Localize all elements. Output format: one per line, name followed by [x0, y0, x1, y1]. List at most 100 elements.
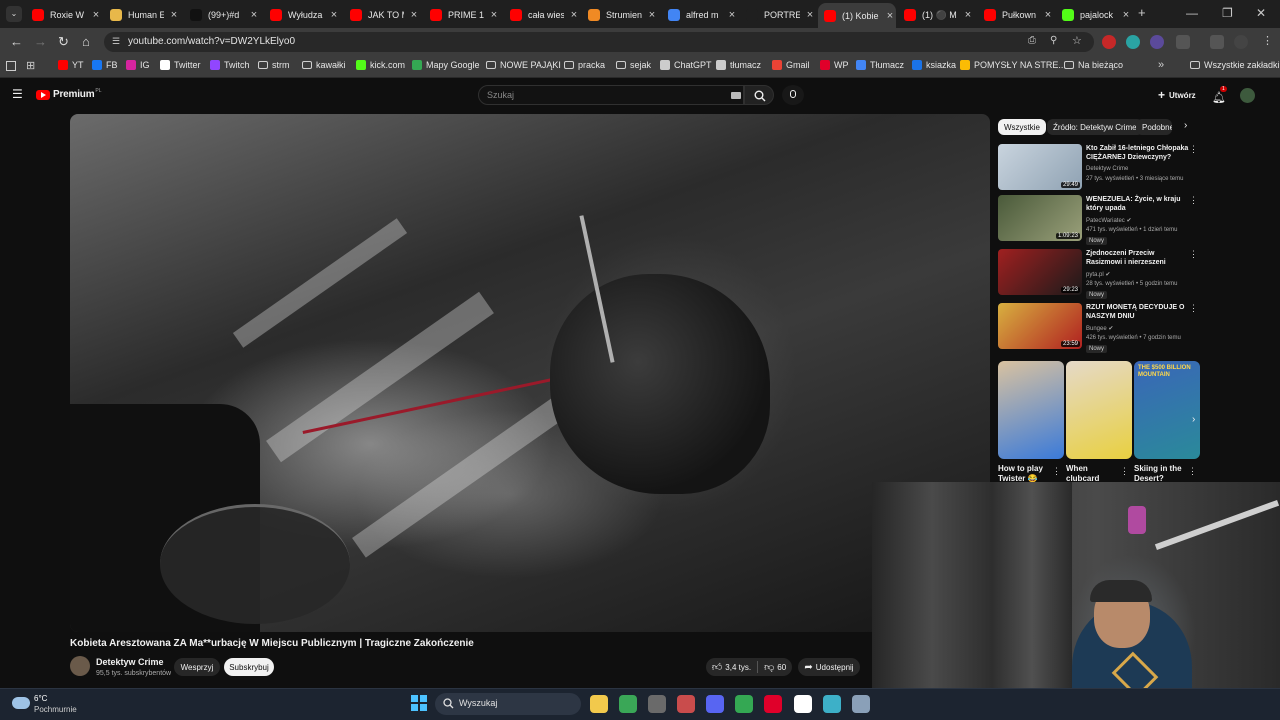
- file-explorer-icon[interactable]: [590, 695, 608, 713]
- video-thumbnail[interactable]: 29:49: [998, 144, 1082, 190]
- tab[interactable]: pajalock ×: [1056, 4, 1132, 26]
- close-tab-icon[interactable]: ×: [646, 9, 658, 21]
- video-title[interactable]: Kto Zabił 16-letniego Chłopaka CIĘŻARNEJ…: [1086, 144, 1192, 162]
- app-icon-8[interactable]: [794, 695, 812, 713]
- video-title[interactable]: RZUT MONETĄ DECYDUJE O NASZYM DNIU: [1086, 303, 1192, 321]
- extensions-puzzle-icon[interactable]: [1176, 35, 1190, 49]
- close-tab-icon[interactable]: ×: [884, 10, 896, 22]
- bookmark-item[interactable]: strm: [258, 60, 290, 70]
- minimize-button[interactable]: —: [1186, 6, 1198, 20]
- bookmark-item[interactable]: pracka: [564, 60, 605, 70]
- shorts-next-icon[interactable]: ›: [1192, 414, 1195, 425]
- calculator-icon[interactable]: [852, 695, 870, 713]
- more-actions-icon[interactable]: ⋮: [1189, 303, 1198, 314]
- weather-temp[interactable]: 6°C: [34, 694, 47, 703]
- channel-name[interactable]: Detektyw Crime: [96, 657, 164, 667]
- close-tab-icon[interactable]: ×: [168, 9, 180, 21]
- tab[interactable]: Strumien ×: [582, 4, 658, 26]
- home-icon[interactable]: ⌂: [82, 34, 90, 49]
- bookmark-item[interactable]: ChatGPT: [660, 60, 712, 70]
- tab[interactable]: Wyłudza ×: [264, 4, 340, 26]
- close-tab-icon[interactable]: ×: [408, 9, 420, 21]
- dislike-button[interactable]: 👎︎ 60: [764, 661, 786, 673]
- short-title[interactable]: When clubcard: [1066, 464, 1122, 484]
- bookmark-item[interactable]: kawałki: [302, 60, 346, 70]
- bookmark-item[interactable]: Twitter: [160, 60, 201, 70]
- tab[interactable]: alfred m ×: [662, 4, 738, 26]
- keyboard-icon[interactable]: [731, 92, 741, 99]
- close-tab-icon[interactable]: ×: [1042, 9, 1054, 21]
- extension-icon-3[interactable]: [1150, 35, 1164, 49]
- zoom-icon[interactable]: ⚲: [1050, 35, 1057, 46]
- address-bar[interactable]: ☰ youtube.com/watch?v=DW2YLkElyo0 ⎙ ⚲ ☆: [104, 32, 1094, 52]
- share-button[interactable]: ➦ Udostępnij: [798, 658, 860, 676]
- bookmark-star-icon[interactable]: ☆: [1072, 34, 1082, 47]
- all-bookmarks-link[interactable]: Wszystkie zakładki: [1190, 60, 1280, 70]
- channel-name[interactable]: Detektyw Crime: [1086, 166, 1128, 172]
- bookmark-item[interactable]: sejak: [616, 60, 651, 70]
- voice-search-button[interactable]: [782, 85, 804, 105]
- channel-name[interactable]: pyta.pl ✔: [1086, 271, 1110, 278]
- app-icon-3[interactable]: [648, 695, 666, 713]
- discord-icon[interactable]: [706, 695, 724, 713]
- close-tab-icon[interactable]: ×: [726, 9, 738, 21]
- close-tab-icon[interactable]: ×: [248, 9, 260, 21]
- recommended-video[interactable]: 23:59 RZUT MONETĄ DECYDUJE O NASZYM DNIU…: [998, 303, 1198, 355]
- like-button[interactable]: 👍︎ 3,4 tys.: [712, 661, 751, 673]
- bookmark-item[interactable]: YT: [58, 60, 84, 70]
- short-thumbnail[interactable]: [1066, 361, 1132, 459]
- more-actions-icon[interactable]: ⋮: [1189, 144, 1198, 155]
- video-thumbnail[interactable]: 1:09:23: [998, 195, 1082, 241]
- chip-all[interactable]: Wszystkie: [998, 119, 1046, 135]
- site-info-icon[interactable]: ☰: [112, 36, 120, 47]
- tab[interactable]: cała wies ×: [504, 4, 580, 26]
- chevron-right-icon[interactable]: ›: [1184, 120, 1187, 131]
- bookmark-item[interactable]: tłumacz: [716, 60, 761, 70]
- tab-search-dropdown[interactable]: ⌄: [6, 6, 22, 22]
- bookmark-item[interactable]: POMYSŁY NA STRE...: [960, 60, 1066, 70]
- close-tab-icon[interactable]: ×: [488, 9, 500, 21]
- youtube-logo[interactable]: Premium PL: [36, 88, 102, 100]
- profile-avatar[interactable]: [1234, 35, 1248, 49]
- bookmark-item[interactable]: kick.com: [356, 60, 405, 70]
- more-actions-icon[interactable]: ⋮: [1052, 466, 1061, 477]
- channel-name[interactable]: PatecWariatec ✔: [1086, 217, 1132, 224]
- bookmark-item[interactable]: IG: [126, 60, 150, 70]
- support-button[interactable]: Wesprzyj: [174, 658, 220, 676]
- taskbar-search[interactable]: Wyszukaj: [435, 693, 581, 715]
- forward-icon[interactable]: →: [34, 34, 47, 49]
- video-thumbnail[interactable]: 23:59: [998, 303, 1082, 349]
- more-actions-icon[interactable]: ⋮: [1189, 249, 1198, 260]
- opera-icon[interactable]: [764, 695, 782, 713]
- recommended-video[interactable]: 29:49 Kto Zabił 16-letniego Chłopaka CIĘ…: [998, 144, 1198, 196]
- video-title[interactable]: Zjednoczeni Przeciw Rasizmowi i nierzesz…: [1086, 249, 1192, 267]
- close-window-button[interactable]: ✕: [1256, 6, 1266, 20]
- close-tab-icon[interactable]: ×: [328, 9, 340, 21]
- bookmark-item[interactable]: ksiazka: [912, 60, 956, 70]
- bookmark-item[interactable]: FB: [92, 60, 118, 70]
- tab[interactable]: JAK TO M ×: [344, 4, 420, 26]
- close-tab-icon[interactable]: ×: [804, 9, 816, 21]
- create-button[interactable]: + Utwórz: [1158, 88, 1196, 102]
- chip-source[interactable]: Źródło: Detektyw Crime: [1047, 119, 1143, 135]
- tab[interactable]: PORTRET ×: [740, 4, 816, 26]
- bookmark-item[interactable]: Na bieżąco: [1064, 60, 1123, 70]
- app-icon-4[interactable]: [677, 695, 695, 713]
- close-tab-icon[interactable]: ×: [90, 9, 102, 21]
- maximize-button[interactable]: ❐: [1222, 6, 1233, 20]
- video-player[interactable]: [70, 114, 990, 632]
- chrome-menu-icon[interactable]: ⋮: [1262, 34, 1273, 47]
- extension-icon-2[interactable]: [1126, 35, 1140, 49]
- close-tab-icon[interactable]: ×: [962, 9, 974, 21]
- tab[interactable]: Human E ×: [104, 4, 180, 26]
- short-title[interactable]: How to play Twister 😂: [998, 464, 1054, 484]
- guide-menu-icon[interactable]: ☰: [12, 87, 23, 101]
- tab[interactable]: (1) ⚫ M ×: [898, 4, 974, 26]
- bookmarks-overflow-icon[interactable]: »: [1158, 59, 1164, 71]
- tab[interactable]: Roxie W ×: [26, 4, 102, 26]
- record-extension-icon[interactable]: [1102, 35, 1116, 49]
- weather-condition[interactable]: Pochmurnie: [34, 705, 77, 714]
- channel-name[interactable]: Bungee ✔: [1086, 325, 1113, 332]
- shield-app-icon[interactable]: [619, 695, 637, 713]
- reload-icon[interactable]: ↻: [58, 34, 69, 50]
